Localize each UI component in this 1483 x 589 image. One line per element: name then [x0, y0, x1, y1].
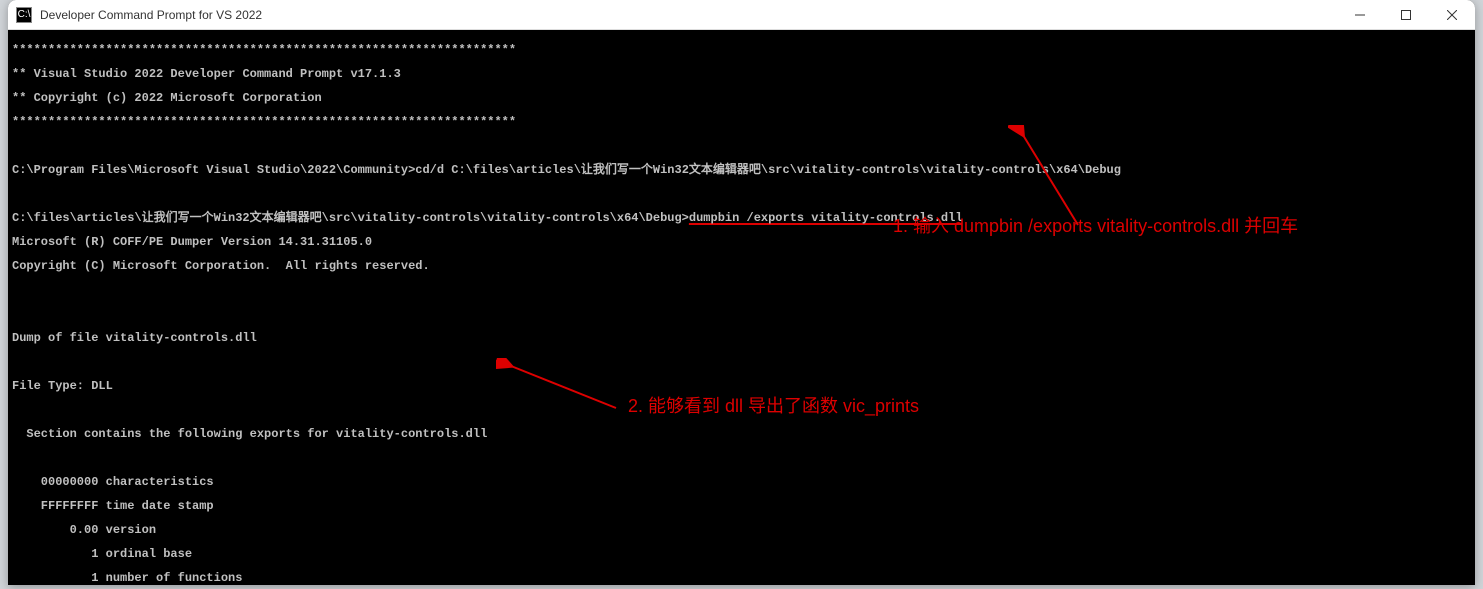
- output-line: ****************************************…: [12, 44, 1471, 56]
- output-line: ****************************************…: [12, 116, 1471, 128]
- output-line: 1 ordinal base: [12, 548, 1471, 560]
- annotation-text-2: 2. 能够看到 dll 导出了函数 vic_prints: [628, 400, 919, 412]
- close-button[interactable]: [1429, 0, 1475, 30]
- output-line: 0.00 version: [12, 524, 1471, 536]
- output-line: 1 number of functions: [12, 572, 1471, 584]
- output-line: [12, 140, 1471, 152]
- output-line: ** Copyright (c) 2022 Microsoft Corporat…: [12, 92, 1471, 104]
- prompt-line: C:\Program Files\Microsoft Visual Studio…: [12, 164, 1471, 176]
- titlebar[interactable]: C:\ Developer Command Prompt for VS 2022: [8, 0, 1475, 30]
- output-line: [12, 284, 1471, 296]
- minimize-button[interactable]: [1337, 0, 1383, 30]
- annotation-text-1: 1. 输入 dumpbin /exports vitality-controls…: [893, 220, 1298, 232]
- maximize-button[interactable]: [1383, 0, 1429, 30]
- terminal-window: C:\ Developer Command Prompt for VS 2022…: [8, 0, 1475, 585]
- output-line: [12, 356, 1471, 368]
- output-line: File Type: DLL: [12, 380, 1471, 392]
- output-line: Copyright (C) Microsoft Corporation. All…: [12, 260, 1471, 272]
- output-line: FFFFFFFF time date stamp: [12, 500, 1471, 512]
- window-title: Developer Command Prompt for VS 2022: [40, 8, 1337, 22]
- output-line: [12, 308, 1471, 320]
- cmd-icon: C:\: [16, 7, 32, 23]
- output-line: 00000000 characteristics: [12, 476, 1471, 488]
- terminal-content[interactable]: ****************************************…: [8, 30, 1475, 585]
- window-controls: [1337, 0, 1475, 30]
- output-line: ** Visual Studio 2022 Developer Command …: [12, 68, 1471, 80]
- output-line: Section contains the following exports f…: [12, 428, 1471, 440]
- output-line: [12, 452, 1471, 464]
- prompt-path: C:\files\articles\让我们写一个Win32文本编辑器吧\src\…: [12, 211, 689, 225]
- output-line: [12, 188, 1471, 200]
- output-line: Microsoft (R) COFF/PE Dumper Version 14.…: [12, 236, 1471, 248]
- output-line: Dump of file vitality-controls.dll: [12, 332, 1471, 344]
